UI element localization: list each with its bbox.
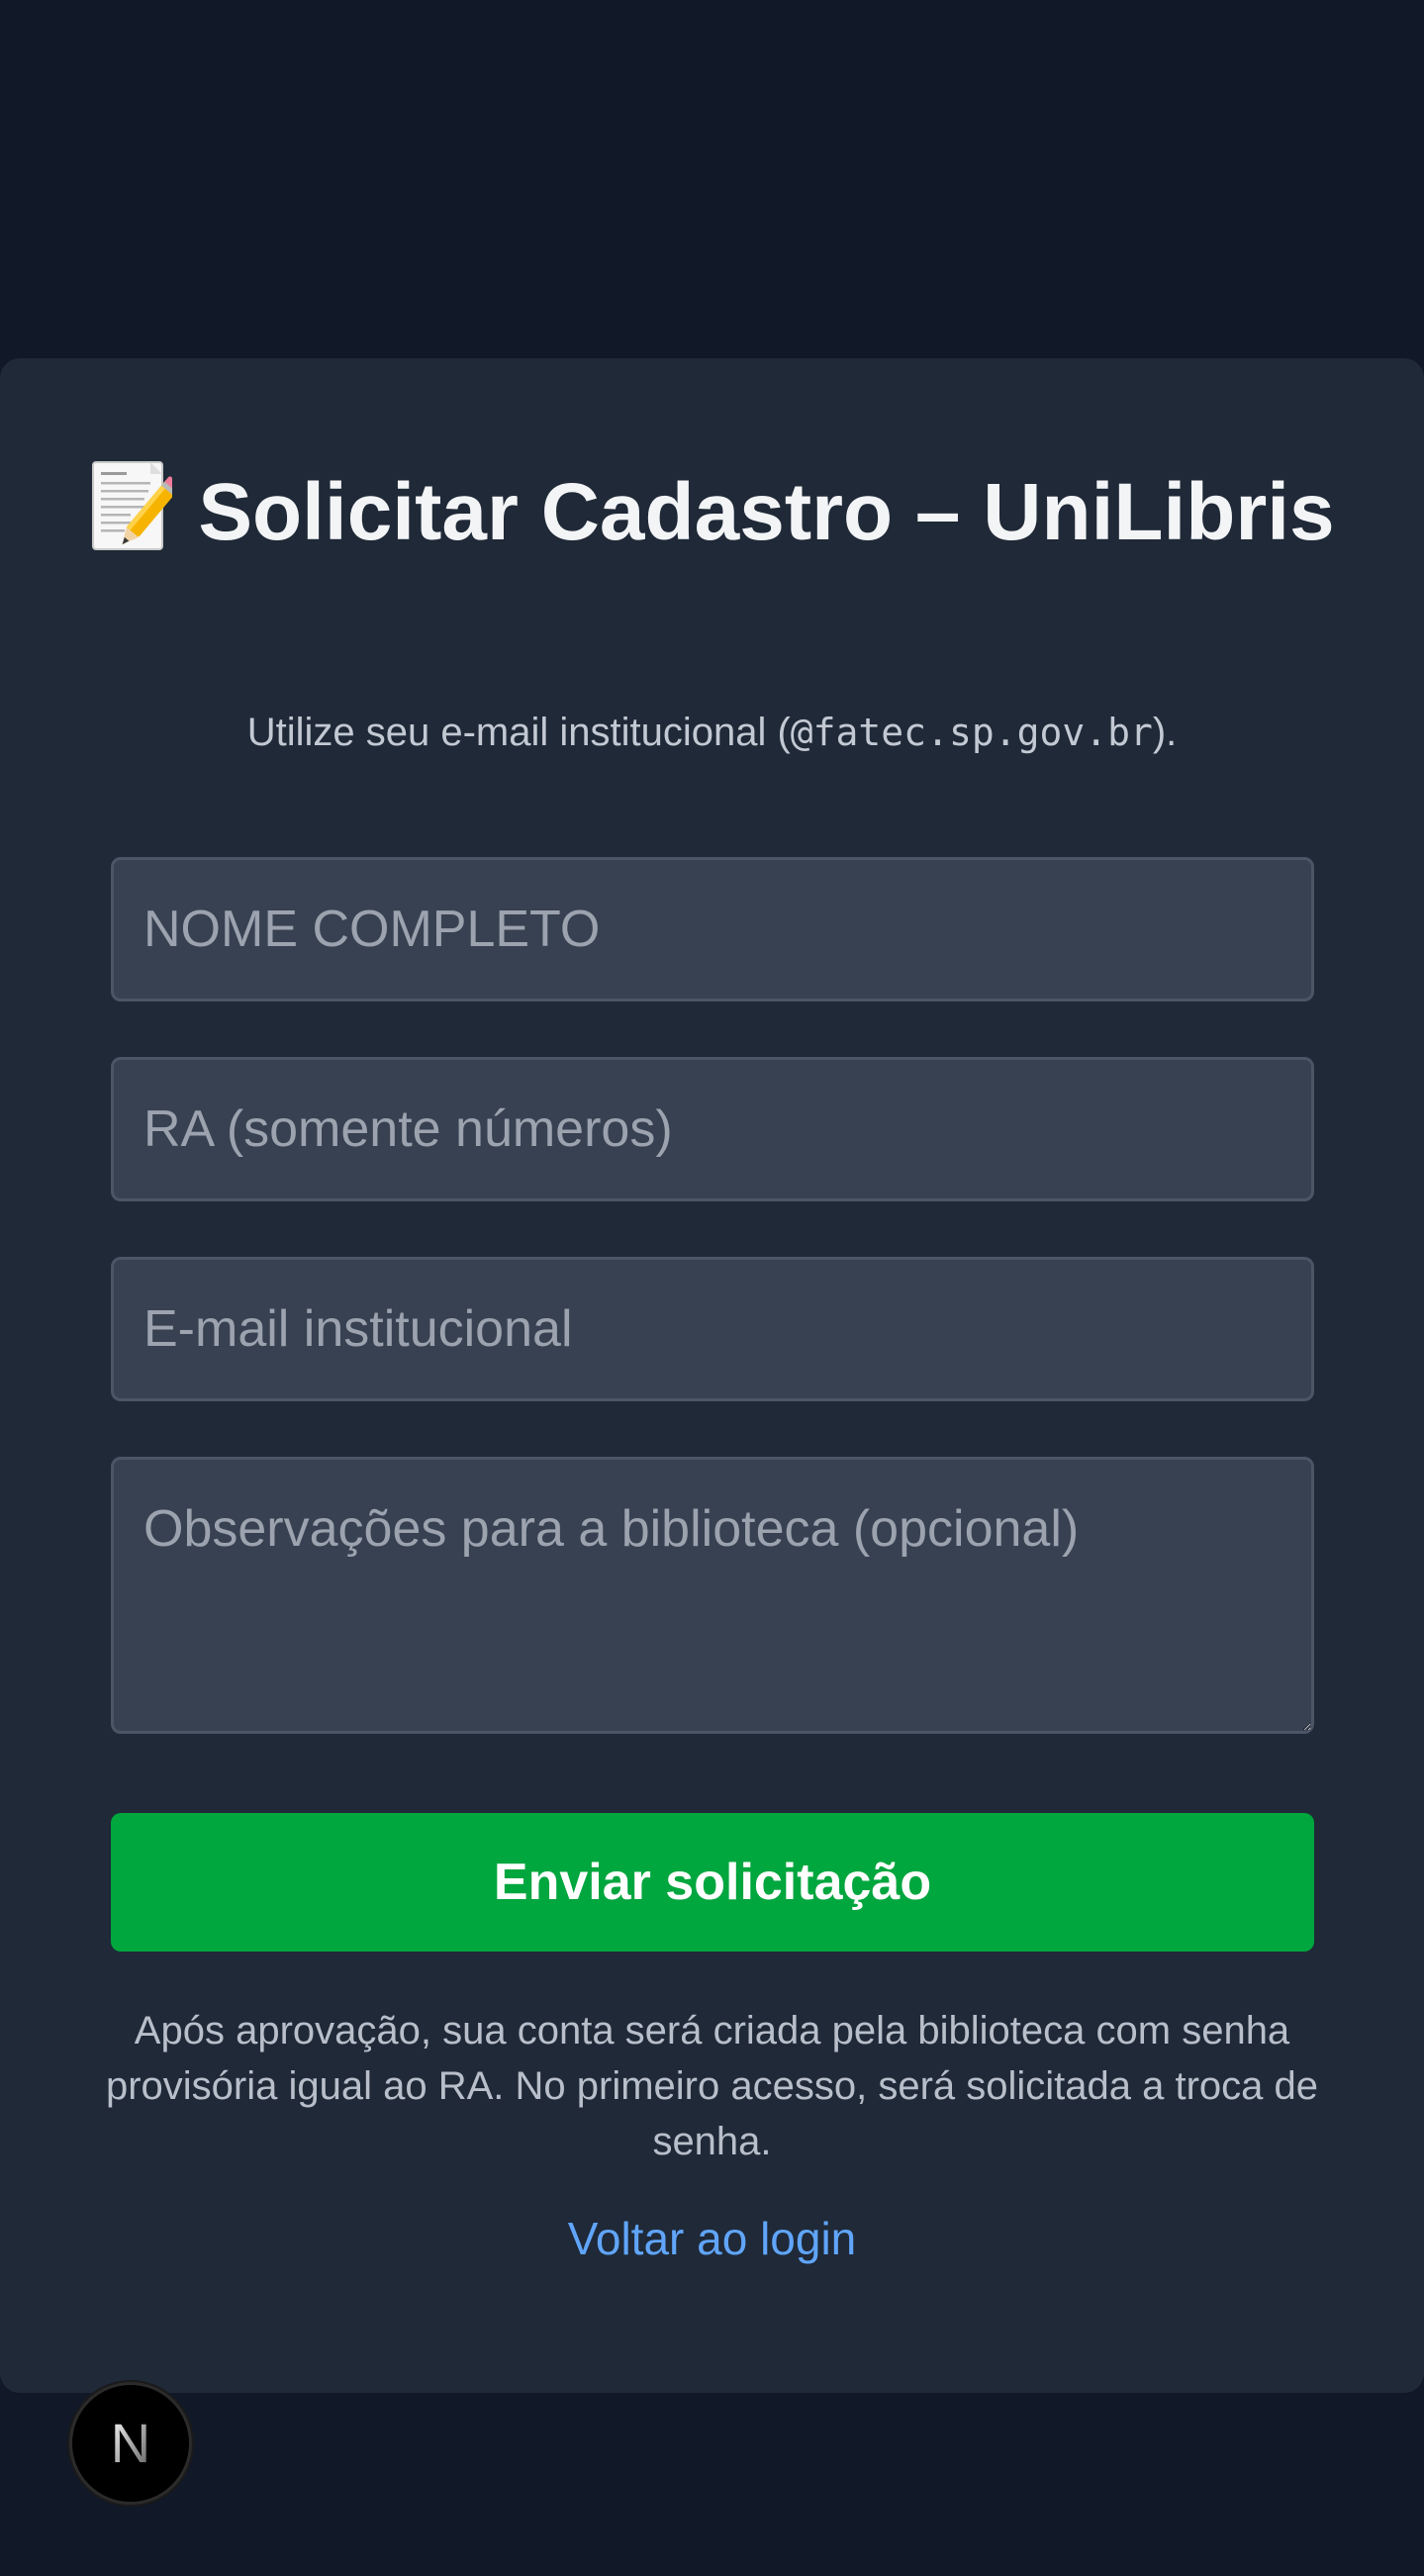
- subtitle-suffix: ).: [1152, 711, 1178, 754]
- library-notes-textarea[interactable]: [111, 1457, 1314, 1734]
- nextjs-letter: N: [111, 2412, 150, 2474]
- memo-pencil-icon: [89, 458, 182, 553]
- page-title: Solicitar Cadastro – UniLibris: [0, 457, 1424, 568]
- page-title-text: Solicitar Cadastro – UniLibris: [198, 467, 1335, 557]
- full-name-input[interactable]: [111, 857, 1314, 1002]
- nextjs-logo-icon: N: [111, 2412, 150, 2474]
- back-to-login-link[interactable]: Voltar ao login: [0, 2209, 1424, 2268]
- submit-request-button[interactable]: Enviar solicitação: [111, 1813, 1314, 1952]
- nextjs-dev-badge[interactable]: N: [69, 2382, 192, 2505]
- approval-note: Após aprovação, sua conta será criada pe…: [105, 2009, 1319, 2163]
- page: Solicitar Cadastro – UniLibris Utilize s…: [0, 0, 1424, 2576]
- signup-card: Solicitar Cadastro – UniLibris Utilize s…: [0, 358, 1424, 2393]
- institutional-email-input[interactable]: [111, 1257, 1314, 1401]
- institutional-domain: @fatec.sp.gov.br: [790, 711, 1153, 754]
- ra-input[interactable]: [111, 1057, 1314, 1201]
- subtitle-prefix: Utilize seu e-mail institucional (: [246, 711, 791, 754]
- subtitle: Utilize seu e-mail institucional (@fatec…: [0, 707, 1424, 758]
